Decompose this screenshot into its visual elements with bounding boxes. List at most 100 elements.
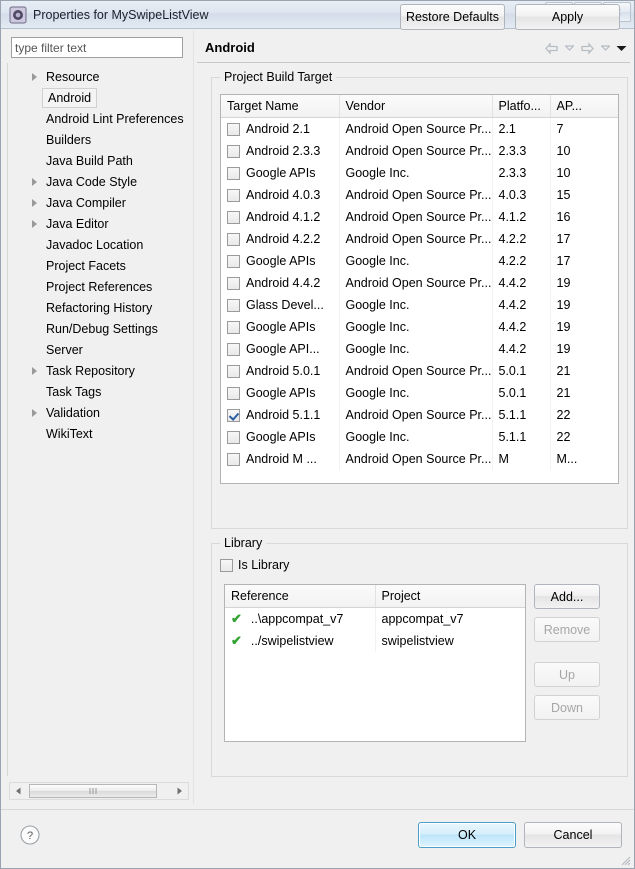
cell-target-name: Android 5.0.1: [246, 364, 321, 378]
table-row[interactable]: Glass Devel... Google Inc. 4.4.2 19: [221, 294, 618, 316]
column-header-api[interactable]: AP...: [550, 95, 618, 118]
row-checkbox[interactable]: [227, 210, 240, 224]
down-button[interactable]: Down: [534, 695, 600, 720]
apply-button[interactable]: Apply: [515, 4, 620, 30]
table-row[interactable]: ✔ ../swipelistview swipelistview: [225, 630, 525, 652]
column-header-vendor[interactable]: Vendor: [339, 95, 493, 118]
table-row[interactable]: Google APIs Google Inc. 4.4.2 19: [221, 316, 618, 338]
back-chevron-down-icon[interactable]: [562, 39, 576, 57]
table-row[interactable]: Google APIs Google Inc. 2.3.3 10: [221, 162, 618, 184]
sidebar-item-validation[interactable]: Validation: [8, 403, 191, 424]
sidebar-item-server[interactable]: Server: [8, 340, 191, 361]
sidebar-item-java-code-style[interactable]: Java Code Style: [8, 172, 191, 193]
table-row[interactable]: Android 2.1 Android Open Source Pr... 2.…: [221, 117, 618, 140]
scrollbar-thumb[interactable]: [29, 784, 157, 798]
row-checkbox[interactable]: [227, 122, 240, 136]
cell-vendor: Android Open Source Pr...: [339, 228, 493, 250]
sidebar-item-label: Run/Debug Settings: [46, 322, 158, 336]
table-row[interactable]: Android 4.4.2 Android Open Source Pr... …: [221, 272, 618, 294]
table-row[interactable]: Google APIs Google Inc. 4.2.2 17: [221, 250, 618, 272]
ok-button[interactable]: OK: [418, 822, 516, 848]
sidebar-horizontal-scrollbar[interactable]: [9, 782, 189, 800]
column-header-target-name[interactable]: Target Name: [221, 95, 340, 118]
cell-target-name: Google APIs: [246, 320, 316, 334]
table-row[interactable]: Android 2.3.3 Android Open Source Pr... …: [221, 140, 618, 162]
sidebar-item-builders[interactable]: Builders: [8, 130, 191, 151]
column-header-reference[interactable]: Reference: [225, 585, 376, 608]
chevron-right-icon[interactable]: [32, 73, 37, 81]
sidebar-item-android-lint-preferences[interactable]: Android Lint Preferences: [8, 109, 191, 130]
remove-button[interactable]: Remove: [534, 617, 600, 642]
cell-target-name: Android 4.2.2: [246, 232, 321, 246]
table-row[interactable]: Android 5.0.1 Android Open Source Pr... …: [221, 360, 618, 382]
scrollbar-track[interactable]: [27, 783, 171, 799]
sidebar-item-task-repository[interactable]: Task Repository: [8, 361, 191, 382]
table-row[interactable]: Google APIs Google Inc. 5.0.1 21: [221, 382, 618, 404]
sidebar-item-task-tags[interactable]: Task Tags: [8, 382, 191, 403]
sidebar-item-refactoring-history[interactable]: Refactoring History: [8, 298, 191, 319]
row-checkbox[interactable]: [227, 364, 240, 378]
cell-api: 21: [556, 386, 571, 400]
cell-api: 15: [556, 188, 571, 202]
table-row[interactable]: Android 4.0.3 Android Open Source Pr... …: [221, 184, 618, 206]
row-checkbox[interactable]: [227, 342, 240, 356]
search-input[interactable]: [11, 37, 183, 58]
page-header: Android: [197, 33, 630, 63]
table-row[interactable]: Google APIs Google Inc. 5.1.1 22: [221, 426, 618, 448]
sidebar-item-java-editor[interactable]: Java Editor: [8, 214, 191, 235]
table-row[interactable]: Android M ... Android Open Source Pr... …: [221, 448, 618, 470]
scroll-left-icon[interactable]: [10, 783, 27, 799]
cell-api: 19: [556, 342, 571, 356]
chevron-right-icon[interactable]: [32, 367, 37, 375]
chevron-right-icon[interactable]: [32, 178, 37, 186]
table-row[interactable]: Google API... Google Inc. 4.4.2 19: [221, 338, 618, 360]
arrow-right-icon[interactable]: [578, 39, 596, 57]
row-checkbox[interactable]: [227, 386, 240, 400]
row-checkbox[interactable]: [227, 144, 240, 158]
chevron-right-icon[interactable]: [32, 409, 37, 417]
column-header-project[interactable]: Project: [375, 585, 525, 608]
menu-chevron-down-icon[interactable]: [614, 39, 628, 57]
restore-defaults-button[interactable]: Restore Defaults: [400, 4, 505, 30]
sidebar-item-resource[interactable]: Resource: [8, 67, 191, 88]
row-checkbox[interactable]: [227, 408, 240, 422]
row-checkbox[interactable]: [227, 452, 240, 466]
up-button[interactable]: Up: [534, 662, 600, 687]
row-checkbox[interactable]: [227, 166, 240, 180]
forward-chevron-down-icon[interactable]: [598, 39, 612, 57]
is-library-checkbox[interactable]: [220, 558, 233, 572]
chevron-right-icon[interactable]: [32, 199, 37, 207]
sidebar-item-project-references[interactable]: Project References: [8, 277, 191, 298]
row-checkbox[interactable]: [227, 188, 240, 202]
column-header-platform[interactable]: Platfo...: [492, 95, 551, 118]
row-checkbox[interactable]: [227, 254, 240, 268]
table-row[interactable]: Android 4.2.2 Android Open Source Pr... …: [221, 228, 618, 250]
chevron-right-icon[interactable]: [32, 220, 37, 228]
sidebar-item-run-debug-settings[interactable]: Run/Debug Settings: [8, 319, 191, 340]
table-row[interactable]: Android 5.1.1 Android Open Source Pr... …: [221, 404, 618, 426]
sidebar-item-java-build-path[interactable]: Java Build Path: [8, 151, 191, 172]
sidebar-item-javadoc-location[interactable]: Javadoc Location: [8, 235, 191, 256]
row-checkbox[interactable]: [227, 232, 240, 246]
page-title: Android: [205, 40, 255, 55]
row-checkbox[interactable]: [227, 430, 240, 444]
cancel-button[interactable]: Cancel: [524, 822, 622, 848]
row-checkbox[interactable]: [227, 298, 240, 312]
library-references-table[interactable]: Reference Project ✔ ..\appcompat_v7 appco…: [224, 584, 526, 742]
sidebar-item-wikitext[interactable]: WikiText: [8, 424, 191, 445]
build-target-table[interactable]: Target Name Vendor Platfo... AP... Andro…: [220, 94, 619, 484]
table-row[interactable]: Android 4.1.2 Android Open Source Pr... …: [221, 206, 618, 228]
help-icon[interactable]: ?: [19, 824, 41, 846]
row-checkbox[interactable]: [227, 320, 240, 334]
row-checkbox[interactable]: [227, 276, 240, 290]
sidebar-item-java-compiler[interactable]: Java Compiler: [8, 193, 191, 214]
is-library-row[interactable]: Is Library: [220, 558, 289, 572]
sidebar-item-android[interactable]: Android: [8, 88, 191, 109]
table-row[interactable]: ✔ ..\appcompat_v7 appcompat_v7: [225, 607, 525, 630]
preferences-tree[interactable]: Resource Android Android Lint Preference…: [7, 63, 191, 776]
add-button[interactable]: Add...: [534, 584, 600, 609]
resize-grip[interactable]: [619, 854, 631, 866]
arrow-left-icon[interactable]: [542, 39, 560, 57]
scroll-right-icon[interactable]: [171, 783, 188, 799]
sidebar-item-project-facets[interactable]: Project Facets: [8, 256, 191, 277]
